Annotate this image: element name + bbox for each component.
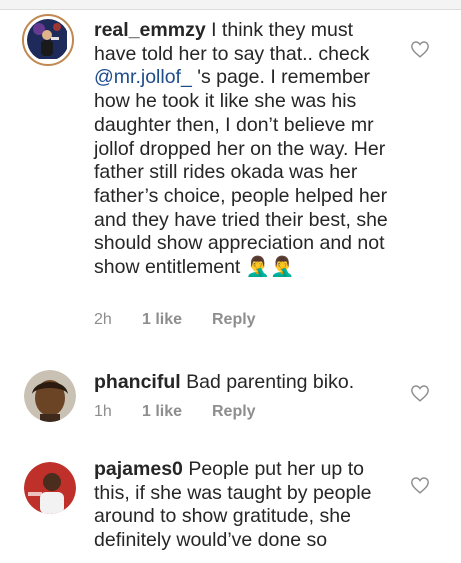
comment-time: 1h — [94, 403, 112, 420]
comment-text: real_emmzy I think they must have told h… — [94, 19, 394, 280]
comment-text: phanciful Bad parenting biko. — [94, 371, 394, 395]
comment-username[interactable]: phanciful — [94, 371, 181, 393]
heart-outline-icon[interactable] — [410, 40, 430, 58]
avatar[interactable] — [24, 370, 76, 422]
heart-outline-icon[interactable] — [410, 476, 430, 494]
comment-username[interactable]: pajames0 — [94, 458, 183, 480]
reply-button[interactable]: Reply — [212, 311, 256, 329]
comment-meta: 1h 1 like Reply — [94, 403, 256, 421]
comment-likes[interactable]: 1 like — [142, 311, 212, 329]
top-divider — [0, 0, 461, 10]
comment-text: pajames0 People put her up to this, if s… — [94, 458, 394, 553]
comment-username[interactable]: real_emmzy — [94, 19, 206, 41]
comment-meta: 2h 1 like Reply — [94, 311, 256, 329]
comment-text-part: Bad parenting biko. — [180, 371, 355, 393]
heart-outline-icon[interactable] — [410, 384, 430, 402]
reply-button[interactable]: Reply — [212, 403, 256, 421]
comment-likes[interactable]: 1 like — [142, 403, 212, 421]
comment-time: 2h — [94, 311, 112, 328]
comment-text-part: 's page. I remember how he took it like … — [94, 66, 388, 279]
mention-link[interactable]: @mr.jollof_ — [94, 66, 192, 88]
avatar[interactable] — [24, 462, 76, 514]
avatar[interactable] — [22, 14, 74, 66]
